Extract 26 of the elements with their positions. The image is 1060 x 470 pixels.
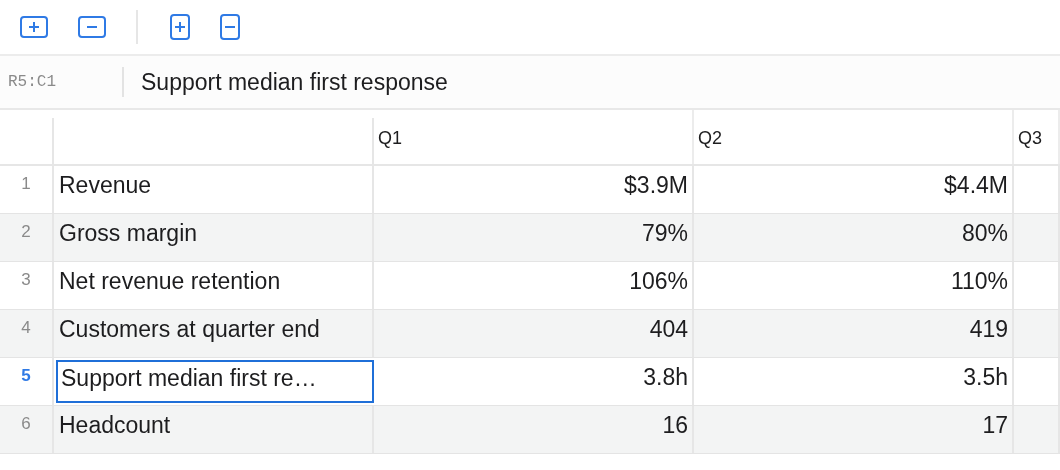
remove-column-button[interactable] [220,13,240,41]
column-header[interactable]: Q1 [374,110,694,164]
add-row-button[interactable] [20,13,48,41]
table-cell[interactable]: Headcount [54,406,374,453]
cell-reference: R5:C1 [7,73,57,91]
table-cell[interactable]: Support median first re… [56,360,374,403]
table-cell[interactable]: 404 [374,310,694,357]
formula-value[interactable]: Support median first response [141,68,448,96]
row-number: 2 [0,214,54,261]
table-cell[interactable]: 16 [374,406,694,453]
minus-icon [78,16,106,38]
add-column-button[interactable] [170,13,190,41]
table-cell[interactable]: 419 [694,310,1014,357]
row-number: 4 [0,310,54,357]
remove-row-button[interactable] [78,13,106,41]
table-cell[interactable]: 80% [694,214,1014,261]
table-cell[interactable]: 17 [694,406,1014,453]
plus-icon [20,16,48,38]
table-cell[interactable]: Gross margin [54,214,374,261]
table-cell[interactable]: Customers at quarter end [54,310,374,357]
column-header[interactable]: Q3 [1014,110,1060,164]
column-header[interactable]: Q2 [694,110,1014,164]
minus-icon [220,14,240,40]
table-cell[interactable]: 79% [374,214,694,261]
row-number: 6 [0,406,54,453]
plus-icon [170,14,190,40]
